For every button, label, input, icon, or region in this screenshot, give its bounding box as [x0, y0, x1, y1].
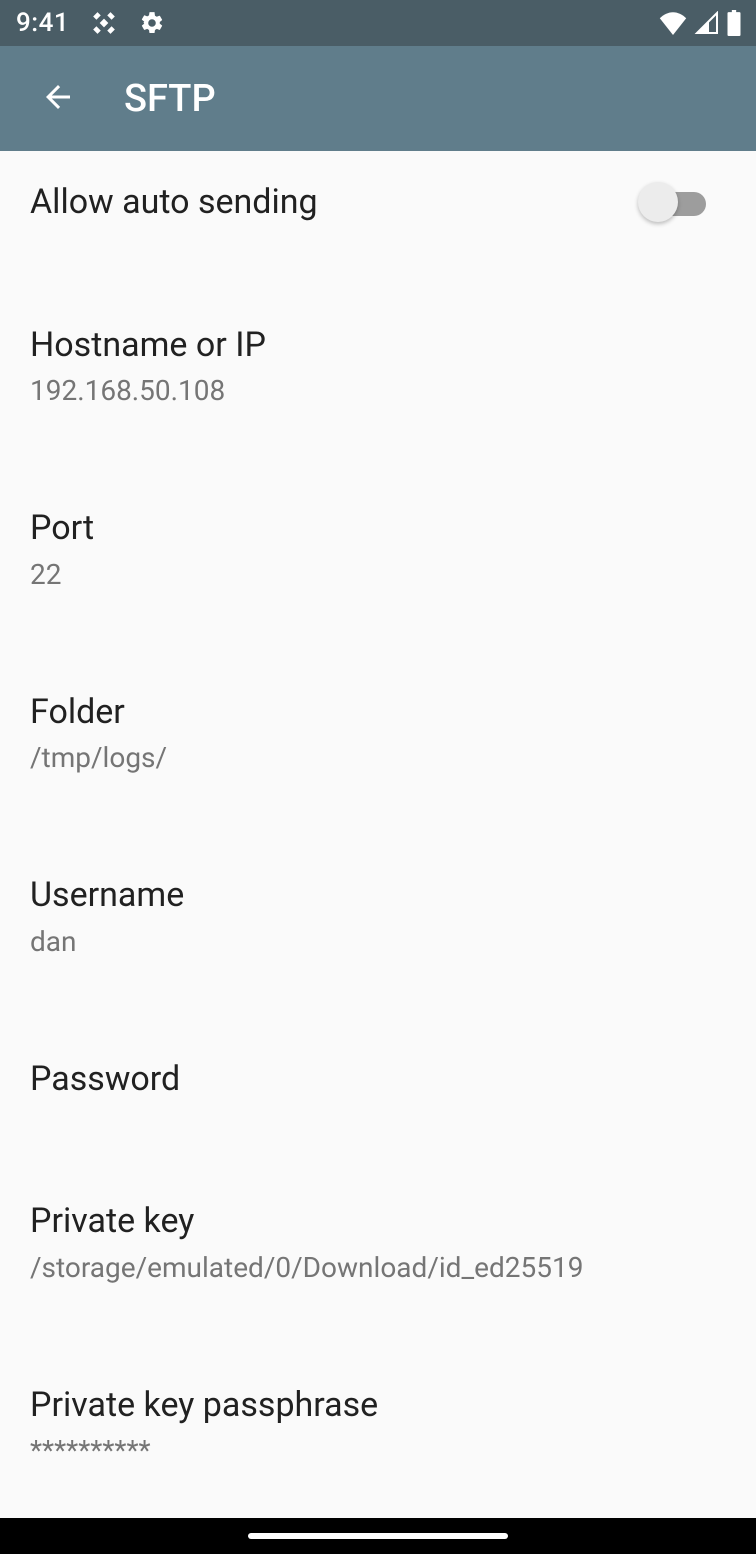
setting-value: 192.168.50.108: [30, 374, 726, 407]
setting-value: /storage/emulated/0/Download/id_ed25519: [30, 1251, 726, 1284]
setting-allow-auto-sending[interactable]: Allow auto sending: [0, 151, 756, 254]
setting-title: Hostname or IP: [30, 324, 726, 367]
setting-title: Allow auto sending: [30, 181, 318, 224]
cell-icon: [694, 11, 720, 35]
setting-port[interactable]: Port 22: [0, 477, 756, 621]
tools-icon: [91, 10, 117, 36]
setting-folder[interactable]: Folder /tmp/logs/: [0, 661, 756, 805]
setting-title: Username: [30, 874, 726, 917]
home-handle[interactable]: [248, 1533, 508, 1539]
setting-value: **********: [30, 1434, 726, 1467]
toggle-thumb: [638, 182, 678, 222]
wifi-icon: [658, 11, 688, 35]
setting-title: Port: [30, 507, 726, 550]
toggle-switch[interactable]: [640, 182, 712, 222]
gear-icon: [139, 10, 165, 36]
setting-value: /tmp/logs/: [30, 741, 726, 774]
app-bar: SFTP: [0, 46, 756, 151]
setting-hostname[interactable]: Hostname or IP 192.168.50.108: [0, 294, 756, 438]
page-title: SFTP: [124, 77, 216, 121]
status-bar: 9:41: [0, 0, 756, 46]
status-time: 9:41: [16, 8, 69, 38]
navigation-bar: [0, 1518, 756, 1554]
status-right: [658, 10, 742, 36]
setting-title: Private key: [30, 1200, 726, 1243]
setting-title: Folder: [30, 691, 726, 734]
back-button[interactable]: [28, 69, 88, 129]
setting-private-key[interactable]: Private key /storage/emulated/0/Download…: [0, 1170, 756, 1314]
settings-list: Allow auto sending Hostname or IP 192.16…: [0, 151, 756, 1554]
setting-value: dan: [30, 925, 726, 958]
setting-username[interactable]: Username dan: [0, 844, 756, 988]
setting-private-key-passphrase[interactable]: Private key passphrase **********: [0, 1354, 756, 1498]
battery-icon: [726, 10, 742, 36]
arrow-left-icon: [40, 79, 76, 119]
setting-title: Password: [30, 1058, 726, 1101]
setting-value: 22: [30, 558, 726, 591]
status-left: 9:41: [16, 8, 165, 38]
setting-password[interactable]: Password: [0, 1028, 756, 1131]
setting-title: Private key passphrase: [30, 1384, 726, 1427]
